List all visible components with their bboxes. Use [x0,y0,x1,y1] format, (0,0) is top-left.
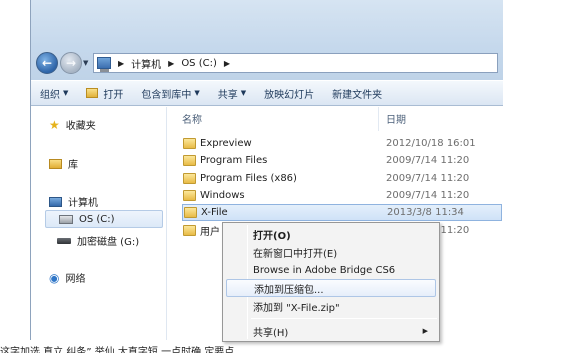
file-row[interactable]: Expreview 2012/10/18 16:01 [182,135,502,152]
folder-icon [183,138,196,149]
column-header-name[interactable]: 名称 [182,111,202,126]
computer-icon [49,196,62,207]
file-row[interactable]: Windows 2009/7/14 11:20 [182,187,502,204]
slideshow-label: 放映幻灯片 [264,89,315,101]
column-header-date[interactable]: 日期 [386,111,406,126]
menu-item-browse-in-bridge[interactable]: Browse in Adobe Bridge CS6 [226,261,436,279]
organize-label: 组织 [40,89,60,101]
star-icon: ★ [49,117,60,132]
arrow-left-icon: ← [41,56,53,70]
nav-item-label: 库 [68,160,78,171]
nav-item-drive-g[interactable]: 加密磁盘 (G:) [57,233,139,248]
menu-item-label: 在新窗口中打开(E) [253,248,338,260]
file-date: 2013/3/8 11:34 [387,207,464,218]
breadcrumb-arrow-icon[interactable]: ▶ [168,59,174,68]
file-date: 2009/7/14 11:20 [386,155,470,166]
menu-item-add-to-zip[interactable]: 添加到 "X-File.zip" [226,297,436,315]
nav-item-label: 计算机 [68,198,98,209]
command-bar: 组织 ▼ 打开 包含到库中 ▼ 共享 ▼ 放映幻灯片 新建文件夹 [31,80,503,106]
folder-icon [183,173,196,184]
menu-item-open-new-window[interactable]: 在新窗口中打开(E) [226,243,436,261]
folder-icon [183,155,196,166]
open-folder-icon [86,88,99,98]
menu-item-share[interactable]: 共享(H) ▶ [226,322,436,340]
menu-separator [251,318,437,319]
folder-icon [184,207,197,218]
breadcrumb-arrow-icon[interactable]: ▶ [224,59,230,68]
recent-pages-dropdown[interactable]: ▼ [83,60,90,67]
nav-item-network[interactable]: ◉ 网络 [49,270,86,286]
breadcrumb-arrow-icon[interactable]: ▶ [118,59,124,68]
share-label: 共享 [217,89,238,101]
menu-item-add-to-archive[interactable]: 添加到压缩包... [226,279,436,297]
submenu-arrow-icon: ▶ [422,327,428,335]
new-folder-button[interactable]: 新建文件夹 [323,81,391,105]
nav-item-drive-c[interactable]: OS (C:) [45,210,163,228]
file-row-selected[interactable]: X-File 2013/3/8 11:34 [182,204,502,221]
nav-item-label: 网络 [65,274,86,285]
forward-button[interactable]: → [60,52,82,74]
file-date: 2009/7/14 11:20 [386,190,470,201]
folder-icon [183,190,196,201]
include-in-library-button[interactable]: 包含到库中 ▼ [132,81,208,105]
menu-item-label: Browse in Adobe Bridge CS6 [253,264,396,276]
slideshow-button[interactable]: 放映幻灯片 [255,81,323,105]
nav-item-libraries[interactable]: 库 [49,156,78,171]
breadcrumb-computer[interactable]: 计算机 [131,56,161,71]
chevron-down-icon: ▼ [194,89,200,97]
nav-item-label: 加密磁盘 (G:) [77,237,140,248]
network-icon: ◉ [49,270,60,285]
file-name: Windows [200,190,245,201]
file-name: Program Files [200,155,268,166]
open-button[interactable]: 打开 [77,81,132,105]
menu-item-label: 共享(H) [253,327,289,339]
include-in-library-label: 包含到库中 [141,89,192,101]
nav-item-label: OS (C:) [79,213,115,225]
nav-item-favorites[interactable]: ★ 收藏夹 [49,117,96,133]
removable-drive-icon [57,237,71,244]
folder-icon [183,225,196,236]
caption-text: 这字加选 直立 纠条” 举仙 大直字短 一点时确 定要点 [0,347,235,353]
file-name: Expreview [200,138,252,149]
file-date: 2012/10/18 16:01 [386,138,476,149]
file-date: 2009/7/14 11:20 [386,173,470,184]
hard-drive-icon [59,214,73,224]
organize-button[interactable]: 组织 ▼ [31,81,77,105]
file-row[interactable]: Program Files 2009/7/14 11:20 [182,152,502,169]
column-divider[interactable] [378,107,379,131]
menu-item-label: 打开(O) [253,230,291,242]
computer-icon [97,57,111,72]
chevron-down-icon: ▼ [240,89,247,97]
chevron-down-icon: ▼ [63,89,69,97]
navigation-pane: ★ 收藏夹 库 计算机 OS (C:) 加密磁盘 (G:) ◉ 网络 [31,107,167,340]
file-row[interactable]: Program Files (x86) 2009/7/14 11:20 [182,170,502,187]
open-label: 打开 [103,89,124,101]
file-name: X-File [201,207,228,218]
new-folder-label: 新建文件夹 [332,89,383,101]
menu-item-label: 添加到压缩包... [254,284,324,296]
menu-item-label: 添加到 "X-File.zip" [253,302,340,314]
share-button[interactable]: 共享 ▼ [209,81,255,105]
nav-item-label: 收藏夹 [65,121,96,132]
breadcrumb-drive-c[interactable]: OS (C:) [181,58,217,69]
library-icon [49,158,62,169]
back-button[interactable]: ← [36,52,58,74]
file-name: Program Files (x86) [200,173,297,184]
menu-item-open[interactable]: 打开(O) [226,225,436,243]
address-bar[interactable]: ▶ 计算机 ▶ OS (C:) ▶ [93,53,498,73]
context-menu: 打开(O) 在新窗口中打开(E) Browse in Adobe Bridge … [222,222,440,342]
nav-item-computer[interactable]: 计算机 [49,194,98,209]
arrow-right-icon: → [65,56,77,70]
